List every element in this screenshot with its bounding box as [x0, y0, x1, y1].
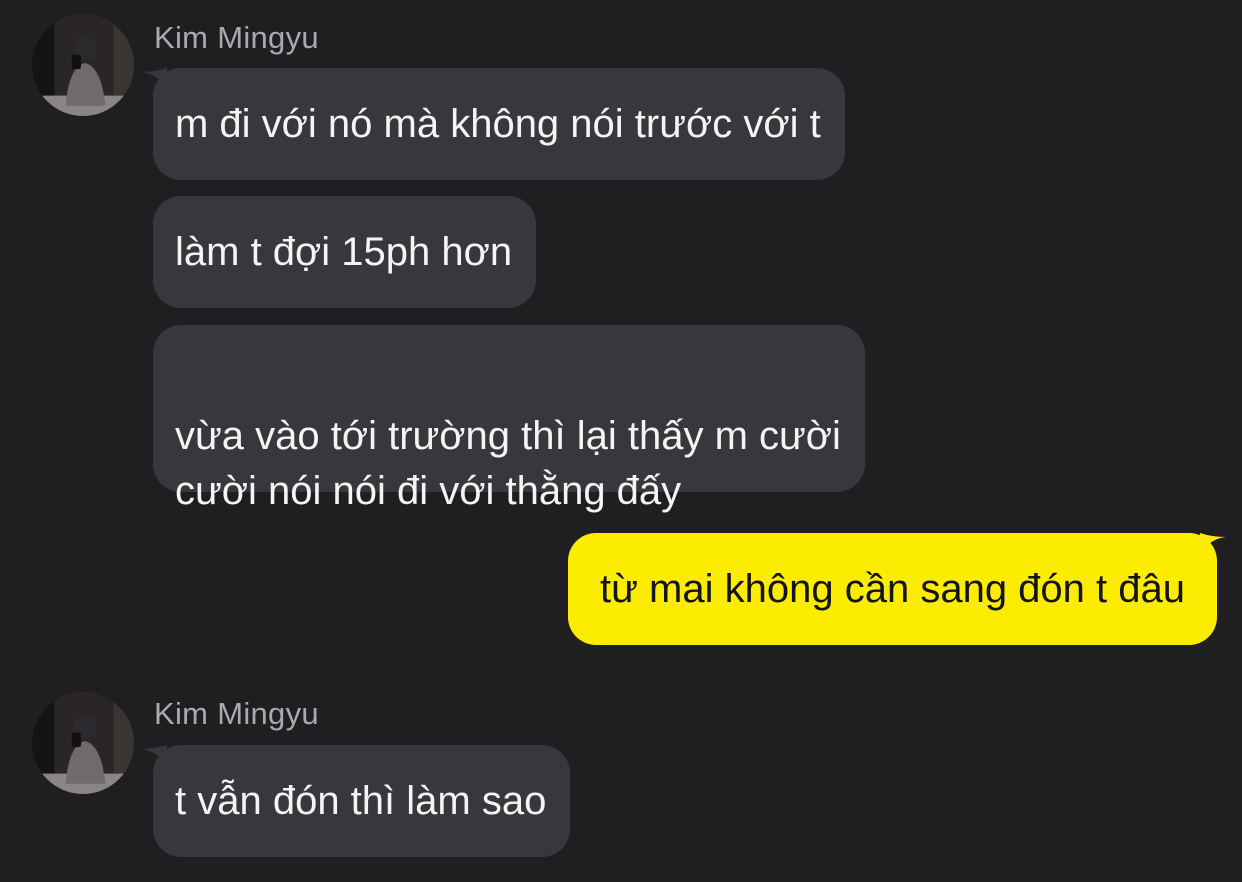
message-bubble[interactable]: làm t đợi 15ph hơn: [153, 196, 537, 308]
message-text: t vẫn đón thì làm sao: [175, 779, 547, 823]
message-bubble[interactable]: m đi với nó mà không nói trước với t: [153, 68, 845, 180]
message-text: làm t đợi 15ph hơn: [175, 230, 513, 274]
message-text: từ mai không cần sang đón t đâu: [600, 567, 1185, 611]
message-text: vừa vào tới trường thì lại thấy m cười c…: [175, 414, 841, 513]
avatar[interactable]: [32, 692, 134, 794]
sender-name: Kim Mingyu: [154, 696, 319, 731]
avatar[interactable]: [32, 14, 134, 116]
bubble-tail-icon: [141, 68, 167, 94]
message-bubble[interactable]: t vẫn đón thì làm sao: [153, 745, 571, 857]
chat-window: Kim Mingyu m đi với nó mà không nói trướ…: [0, 0, 1242, 882]
bubble-tail-icon: [141, 745, 167, 771]
avatar-photo-icon: [32, 14, 134, 116]
message-bubble[interactable]: vừa vào tới trường thì lại thấy m cười c…: [153, 325, 865, 513]
message-text: m đi với nó mà không nói trước với t: [175, 102, 821, 146]
message-bubble-outgoing[interactable]: từ mai không cần sang đón t đâu: [568, 533, 1217, 645]
bubble-tail-icon: [1200, 533, 1226, 559]
sender-name: Kim Mingyu: [154, 20, 319, 55]
avatar-photo-icon: [32, 692, 134, 794]
